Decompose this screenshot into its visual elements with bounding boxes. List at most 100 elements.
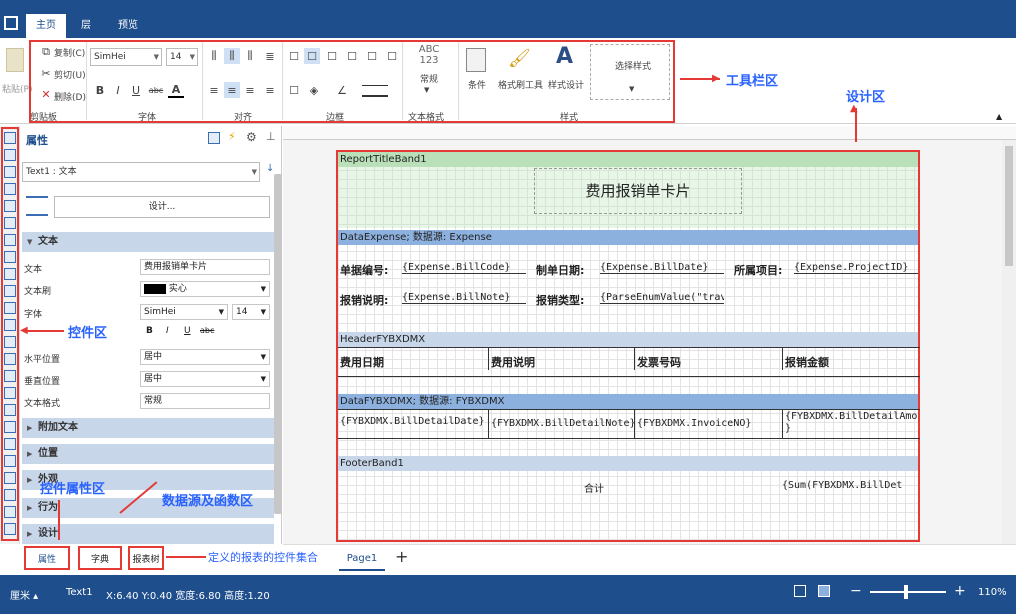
- prop-bold-button[interactable]: B: [146, 326, 153, 336]
- annotation-arrow-tree: [166, 556, 206, 558]
- label-billdate[interactable]: 制单日期:: [536, 262, 584, 278]
- header-cell[interactable]: 报销金额: [782, 347, 918, 370]
- page-tab[interactable]: Page1: [339, 547, 385, 571]
- zoom-out-button[interactable]: −: [850, 583, 862, 599]
- paste-icon[interactable]: [6, 48, 24, 72]
- annotation-controls: 控件区: [68, 326, 108, 341]
- annotation-arrow-properties: [58, 500, 60, 540]
- zoom-in-button[interactable]: +: [954, 583, 966, 599]
- label-billcode[interactable]: 单据编号:: [340, 262, 388, 278]
- detail-cell[interactable]: {FYBXDMX.BillDetailDate}: [340, 416, 486, 427]
- prop-value-halign[interactable]: 居中 ▼: [140, 349, 270, 365]
- property-scrollbar[interactable]: [274, 174, 282, 514]
- zoom-level: 110%: [978, 587, 1007, 598]
- annotation-arrow-design-head: ▲: [850, 103, 858, 114]
- annotation-tree-label: 定义的报表的控件集合: [208, 551, 318, 564]
- prop-label-format: 文本格式: [24, 399, 61, 409]
- footer-band[interactable]: FooterBand1: [338, 456, 918, 471]
- coordinates: X:6.40 Y:0.40 宽度:6.80 高度:1.20: [106, 591, 270, 602]
- label-billnote[interactable]: 报销说明:: [340, 292, 388, 308]
- prop-strike-button[interactable]: abc: [200, 326, 214, 335]
- prop-value-fontsize[interactable]: 14 ▼: [232, 304, 270, 320]
- event-icon[interactable]: ⚡: [228, 130, 236, 143]
- label-billtype[interactable]: 报销类型:: [536, 292, 584, 308]
- report-title-band[interactable]: ReportTitleBand1: [338, 152, 918, 167]
- section-text[interactable]: ▼ 文本: [22, 232, 274, 252]
- field-project[interactable]: {Expense.ProjectID}: [794, 262, 918, 274]
- header-cell[interactable]: 费用说明: [488, 347, 634, 370]
- tab-report-tree[interactable]: 报表树: [128, 546, 164, 570]
- total-value[interactable]: {Sum(FYBXDMX.BillDet: [782, 480, 918, 491]
- header-cell[interactable]: 发票号码: [634, 347, 780, 370]
- prop-value-font[interactable]: SimHei ▼: [140, 304, 228, 320]
- pin-icon[interactable]: ⊥: [266, 130, 276, 143]
- header-cell[interactable]: 费用日期: [340, 354, 486, 370]
- top-bar: 主页 层 预览: [0, 0, 1016, 38]
- page-tabs: Page1 +: [283, 544, 1016, 574]
- ruler: [283, 126, 1016, 140]
- prop-value-format[interactable]: 常规: [140, 393, 270, 409]
- component-select[interactable]: Text1 : 文本 ▼: [22, 162, 260, 182]
- sort-icon[interactable]: ↓: [266, 163, 274, 174]
- prop-value-brush[interactable]: 实心 ▼: [140, 281, 270, 297]
- report-title-text[interactable]: 费用报销单卡片: [534, 168, 742, 214]
- prop-label-text: 文本: [24, 265, 43, 275]
- field-billcode[interactable]: {Expense.BillCode}: [402, 262, 526, 274]
- save-status-icon[interactable]: [818, 585, 830, 597]
- fit-page-icon[interactable]: [794, 585, 806, 597]
- prop-label-brush: 文本刷: [24, 287, 52, 297]
- zoom-slider-thumb[interactable]: [904, 585, 908, 599]
- annotation-arrow-controls-head: ◀: [20, 325, 28, 336]
- toolbar-highlight: [29, 40, 675, 123]
- design-button[interactable]: 设计...: [54, 196, 270, 218]
- tab-home[interactable]: 主页: [26, 14, 66, 38]
- field-billnote[interactable]: {Expense.BillNote}: [402, 292, 526, 304]
- detail-cell[interactable]: {FYBXDMX.BillDetailAmount }: [782, 409, 918, 439]
- detail-cell[interactable]: {FYBXDMX.BillDetailNote}: [488, 409, 634, 439]
- section-position[interactable]: ▶ 位置: [22, 444, 274, 464]
- save-icon[interactable]: [4, 16, 18, 30]
- property-title: 属性: [26, 134, 48, 147]
- tab-dictionary[interactable]: 字典: [78, 546, 122, 570]
- brush-swatch: [144, 283, 166, 294]
- zoom-slider[interactable]: [870, 591, 946, 593]
- field-billdate[interactable]: {Expense.BillDate}: [600, 262, 724, 274]
- detail-cell[interactable]: {FYBXDMX.InvoiceNO}: [634, 409, 780, 439]
- tab-properties[interactable]: 属性: [24, 546, 70, 570]
- control-palette-highlight: [1, 127, 19, 541]
- report-page[interactable]: ReportTitleBand1 费用报销单卡片 DataExpense; 数据…: [336, 150, 920, 542]
- gear-icon[interactable]: ⚙: [246, 130, 257, 144]
- list-icon[interactable]: [26, 196, 48, 216]
- prop-value-valign[interactable]: 居中 ▼: [140, 371, 270, 387]
- prop-value-text[interactable]: 费用报销单卡片: [140, 259, 270, 275]
- annotation-arrow-toolbar-head: ▶: [712, 73, 720, 84]
- annotation-toolbar: 工具栏区: [726, 74, 779, 89]
- prop-underline-button[interactable]: U: [184, 326, 191, 336]
- total-label[interactable]: 合计: [584, 480, 670, 495]
- report-designer: 主页 层 预览 粘贴(P) ⧉ 复制(C) ✂ 剪切(U) ✕ 删除(D) 剪贴…: [0, 0, 1016, 614]
- paste-label[interactable]: 粘贴(P): [2, 82, 32, 95]
- annotation-datasource: 数据源及函数区: [162, 494, 254, 509]
- add-page-icon[interactable]: +: [395, 547, 408, 566]
- status-bar: 厘米 ▴ Text1 X:6.40 Y:0.40 宽度:6.80 高度:1.20…: [0, 575, 1016, 614]
- tab-layer[interactable]: 层: [68, 14, 104, 38]
- data-detail-band[interactable]: DataFYBXDMX; 数据源: FYBXDMX: [338, 394, 918, 409]
- annotation-properties: 控件属性区: [40, 482, 106, 497]
- field-billtype[interactable]: {ParseEnumValue("travel/: [600, 292, 724, 304]
- design-scroll-thumb[interactable]: [1005, 146, 1013, 266]
- view-icon[interactable]: [208, 132, 220, 144]
- unit-select[interactable]: 厘米 ▴: [10, 587, 38, 602]
- header-band[interactable]: HeaderFYBXDMX: [338, 332, 918, 347]
- ribbon-collapse-icon[interactable]: ▲: [996, 112, 1002, 121]
- prop-label-valign: 垂直位置: [24, 377, 61, 387]
- label-project[interactable]: 所属项目:: [734, 262, 782, 278]
- annotation-arrow-controls: [26, 330, 64, 332]
- prop-italic-button[interactable]: I: [166, 326, 169, 336]
- prop-label-halign: 水平位置: [24, 355, 61, 365]
- prop-label-font: 字体: [24, 310, 43, 320]
- data-expense-band[interactable]: DataExpense; 数据源: Expense: [338, 230, 918, 245]
- tab-preview[interactable]: 预览: [106, 14, 150, 38]
- section-extra-text[interactable]: ▶ 附加文本: [22, 418, 274, 438]
- selected-control: Text1: [66, 587, 93, 598]
- design-scrollbar[interactable]: [1002, 140, 1016, 544]
